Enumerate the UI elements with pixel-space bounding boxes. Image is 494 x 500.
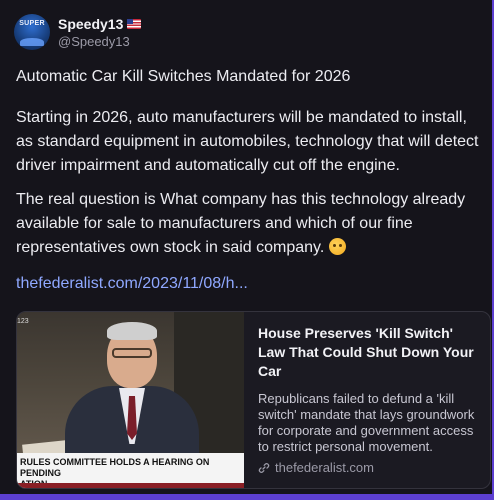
author-handle[interactable]: @Speedy13 <box>58 34 141 49</box>
post-paragraph-2: The real question is What company has th… <box>16 188 484 260</box>
link-icon <box>258 462 270 473</box>
image-caption-bar <box>17 483 244 488</box>
avatar-text: SUPER <box>19 20 45 27</box>
image-person-glasses <box>112 348 152 358</box>
post-paragraph-2-text: The real question is What company has th… <box>16 191 466 256</box>
avatar[interactable]: SUPER <box>14 14 50 50</box>
link-preview-image: 123 RULES COMMITTEE HOLDS A HEARING ON P… <box>17 312 244 488</box>
link-preview-card[interactable]: 123 RULES COMMITTEE HOLDS A HEARING ON P… <box>16 311 491 489</box>
post-title: Automatic Car Kill Switches Mandated for… <box>16 68 351 85</box>
post-header: SUPER Speedy13 @Speedy13 <box>14 14 142 50</box>
link-preview-text: House Preserves 'Kill Switch' Law That C… <box>244 312 490 488</box>
image-person-hair <box>107 322 157 340</box>
image-caption-banner: RULES COMMITTEE HOLDS A HEARING ON PENDI… <box>17 453 244 488</box>
post-frame: SUPER Speedy13 @Speedy13 Automatic Car K… <box>0 0 494 500</box>
link-preview-domain: thefederalist.com <box>275 460 374 475</box>
link-preview-description: Republicans failed to defund a 'kill swi… <box>258 391 475 454</box>
image-corner-text: 123 <box>17 318 29 325</box>
avatar-wave-shape <box>20 38 44 46</box>
post-paragraph-1: Starting in 2026, auto manufacturers wil… <box>16 109 479 174</box>
link-preview-title[interactable]: House Preserves 'Kill Switch' Law That C… <box>258 324 478 381</box>
us-flag-icon <box>127 18 142 29</box>
display-name[interactable]: Speedy13 <box>58 16 123 32</box>
image-caption-line-1: RULES COMMITTEE HOLDS A HEARING ON PENDI… <box>20 457 210 478</box>
thinking-face-emoji-icon <box>328 238 346 255</box>
post-link[interactable]: thefederalist.com/2023/11/08/h... <box>16 275 248 293</box>
author-names: Speedy13 @Speedy13 <box>58 15 142 49</box>
link-preview-domain-row[interactable]: thefederalist.com <box>258 460 374 475</box>
display-name-row: Speedy13 <box>58 15 142 32</box>
